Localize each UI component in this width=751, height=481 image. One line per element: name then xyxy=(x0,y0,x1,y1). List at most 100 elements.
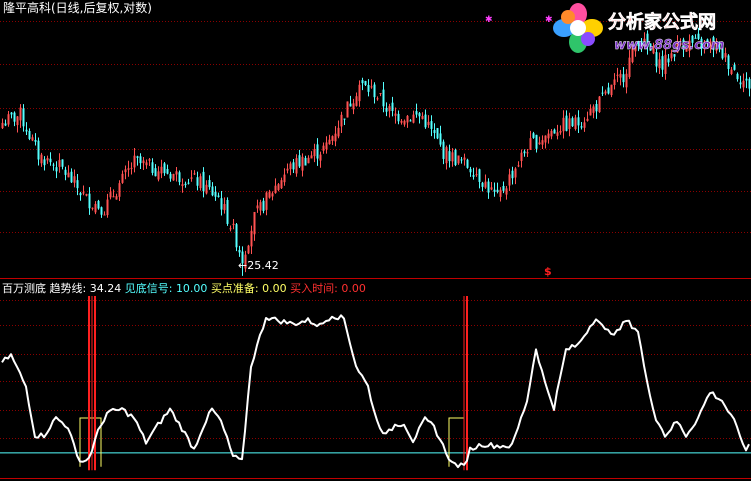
candle-body xyxy=(259,202,262,211)
candle-body xyxy=(406,115,409,123)
candle-body xyxy=(88,193,91,209)
candle-body xyxy=(391,102,394,112)
candle-body xyxy=(271,193,274,197)
candle-body xyxy=(553,129,556,134)
bottom-signal-value: 10.00 xyxy=(175,282,208,295)
candle-body xyxy=(31,137,34,141)
candle-body xyxy=(226,200,229,224)
candle-body xyxy=(196,177,199,186)
candle-body xyxy=(364,81,367,86)
candle-body xyxy=(667,58,670,63)
candle-body xyxy=(337,127,340,137)
chart-title: 隆平高科(日线,后复权,对数) xyxy=(3,1,152,15)
candle-body xyxy=(460,159,463,161)
candle-body xyxy=(418,113,421,117)
candle-body xyxy=(214,191,217,197)
candle-body xyxy=(382,89,385,107)
url-text: www.88gs.com xyxy=(614,38,724,53)
candle-body xyxy=(55,167,58,172)
trend-label: 趋势线: xyxy=(49,282,87,295)
candle-body xyxy=(574,117,577,130)
candle-body xyxy=(286,168,289,171)
candle-body xyxy=(433,130,436,134)
candle-body xyxy=(550,130,553,137)
candle-body xyxy=(520,152,523,161)
candle-body xyxy=(472,175,475,177)
candlestick-series xyxy=(1,27,751,276)
candle-body xyxy=(538,142,541,145)
candle-body xyxy=(25,129,28,132)
candle-body xyxy=(52,164,55,166)
candle-body xyxy=(295,158,298,174)
candle-body xyxy=(502,185,505,191)
watermark-logo: 分析家公式网 www.88gs.com xyxy=(553,3,725,53)
candle-body xyxy=(430,121,433,129)
candle-body xyxy=(532,133,535,138)
candle-body xyxy=(523,151,526,154)
candle-body xyxy=(478,169,481,182)
candle-body xyxy=(112,196,115,198)
candle-body xyxy=(199,176,202,189)
candle-body xyxy=(97,200,100,209)
candle-body xyxy=(151,162,154,173)
candle-body xyxy=(109,192,112,198)
candle-body xyxy=(370,86,373,88)
candle-body xyxy=(181,184,184,187)
candle-body xyxy=(154,168,157,177)
candle-body xyxy=(325,142,328,150)
candle-body xyxy=(514,168,517,178)
candle-body xyxy=(439,133,442,145)
candle-body xyxy=(70,171,73,183)
candle-body xyxy=(190,177,193,179)
candle-body xyxy=(556,132,559,136)
indicator-legend: 百万测底 趋势线: 34.24 见底信号: 10.00 买点准备: 0.00 买… xyxy=(2,282,366,295)
bottom-signal-label: 见底信号: xyxy=(124,282,173,295)
candle-body xyxy=(58,159,61,167)
candle-body xyxy=(124,169,127,173)
candle-body xyxy=(577,117,580,126)
candle-body xyxy=(187,182,190,184)
candle-body xyxy=(79,193,82,196)
candle-body xyxy=(136,156,139,158)
brand-text: 分析家公式网 xyxy=(608,11,716,33)
candle-body xyxy=(625,73,628,88)
candle-body xyxy=(133,155,136,168)
candle-body xyxy=(349,103,352,107)
candle-body xyxy=(739,82,742,85)
candle-body xyxy=(400,120,403,123)
candle-body xyxy=(202,171,205,192)
candle-body xyxy=(403,120,406,125)
candle-body xyxy=(451,152,454,162)
candle-body xyxy=(358,84,361,102)
candle-body xyxy=(277,184,280,191)
candle-body xyxy=(118,183,121,197)
candle-body xyxy=(217,195,220,197)
low-price-label: ←25.42 xyxy=(238,259,279,272)
arrow-left-icon: ← xyxy=(238,259,248,272)
candle-body xyxy=(250,230,253,247)
candle-body xyxy=(463,157,466,160)
candle-body xyxy=(268,191,271,198)
candle-body xyxy=(622,74,625,83)
candle-body xyxy=(37,140,40,160)
candle-body xyxy=(157,171,160,180)
candle-body xyxy=(601,92,604,94)
signal-glyph: $ xyxy=(544,265,552,278)
candle-body xyxy=(43,159,46,166)
candle-body xyxy=(454,149,457,166)
candle-body xyxy=(469,168,472,173)
candle-body xyxy=(559,131,562,133)
candle-body xyxy=(607,87,610,94)
candle-body xyxy=(16,116,19,126)
candle-body xyxy=(427,121,430,126)
candle-body xyxy=(34,139,37,142)
candle-body xyxy=(304,157,307,166)
candle-body xyxy=(415,111,418,115)
candle-body xyxy=(733,64,736,70)
candle-body xyxy=(19,107,22,121)
candle-body xyxy=(508,174,511,186)
candle-body xyxy=(346,101,349,118)
candle-body xyxy=(130,167,133,169)
candle-body xyxy=(598,96,601,113)
candle-body xyxy=(127,168,130,170)
